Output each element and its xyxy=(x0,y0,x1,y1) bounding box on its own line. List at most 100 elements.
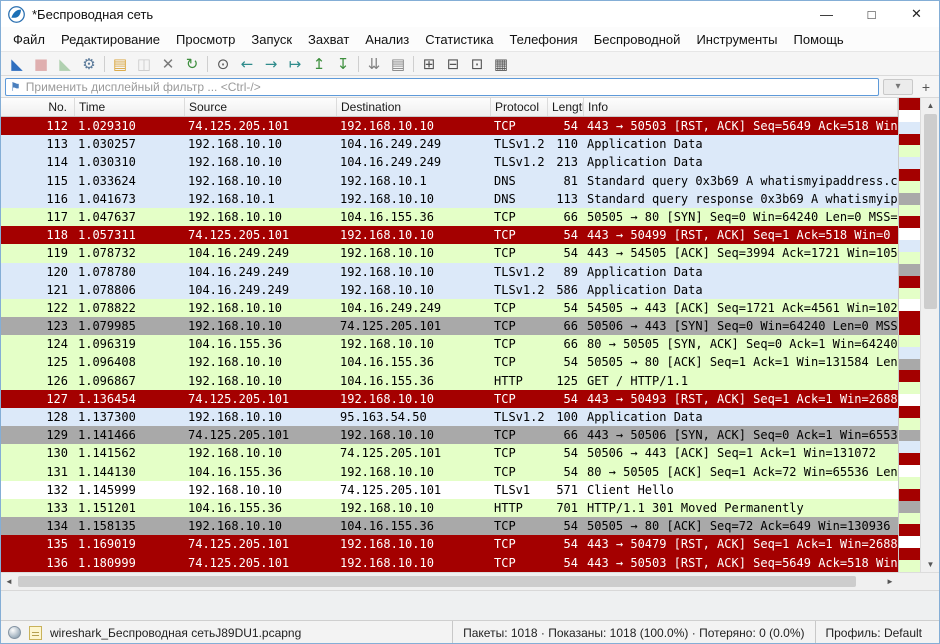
add-filter-button[interactable]: + xyxy=(917,79,935,95)
scroll-left-arrow-icon[interactable]: ◄ xyxy=(1,573,17,590)
autoscroll-icon[interactable]: ⇊ xyxy=(362,53,386,75)
table-row[interactable]: 1211.078806104.16.249.249192.168.10.10TL… xyxy=(1,281,898,299)
table-row[interactable]: 1171.047637192.168.10.10104.16.155.36TCP… xyxy=(1,208,898,226)
toolbar-separator xyxy=(207,56,208,72)
filter-bookmark-icon[interactable]: ⚑ xyxy=(10,80,21,94)
open-file-icon[interactable]: ▤ xyxy=(108,53,132,75)
column-header-no[interactable]: No. xyxy=(1,98,75,116)
column-header-time[interactable]: Time xyxy=(75,98,185,116)
table-row[interactable]: 1181.05731174.125.205.101192.168.10.10TC… xyxy=(1,226,898,244)
maximize-button[interactable]: □ xyxy=(849,1,894,27)
zoom-in-icon[interactable]: ⊞ xyxy=(417,53,441,75)
save-file-icon[interactable]: ◫ xyxy=(132,53,156,75)
table-row[interactable]: 1281.137300192.168.10.1095.163.54.50TLSv… xyxy=(1,408,898,426)
menu-help[interactable]: Помощь xyxy=(786,29,852,50)
table-row[interactable]: 1151.033624192.168.10.10192.168.10.1DNS8… xyxy=(1,172,898,190)
minimap-stripe xyxy=(899,299,920,311)
expert-info-icon[interactable] xyxy=(8,626,21,639)
scroll-up-arrow-icon[interactable]: ▲ xyxy=(921,98,940,113)
cell-info: 443 → 50506 [SYN, ACK] Seq=0 Ack=1 Win=6… xyxy=(584,426,898,444)
menu-view[interactable]: Просмотр xyxy=(168,29,243,50)
menu-go[interactable]: Запуск xyxy=(243,29,300,50)
menu-analyze[interactable]: Анализ xyxy=(357,29,417,50)
cell-len: 54 xyxy=(548,463,584,481)
table-row[interactable]: 1361.18099974.125.205.101192.168.10.10TC… xyxy=(1,554,898,572)
cell-no: 115 xyxy=(1,172,75,190)
capture-options-icon[interactable]: ⚙ xyxy=(77,53,101,75)
resize-columns-icon[interactable]: ▦ xyxy=(489,53,513,75)
table-row[interactable]: 1341.158135192.168.10.10104.16.155.36TCP… xyxy=(1,517,898,535)
menu-edit[interactable]: Редактирование xyxy=(53,29,168,50)
cell-src: 74.125.205.101 xyxy=(185,535,337,553)
display-filter-input[interactable] xyxy=(26,80,874,94)
find-packet-icon[interactable]: ⊙ xyxy=(211,53,235,75)
table-row[interactable]: 1301.141562192.168.10.1074.125.205.101TC… xyxy=(1,444,898,462)
scroll-right-arrow-icon[interactable]: ► xyxy=(882,573,898,590)
vertical-scrollbar-thumb[interactable] xyxy=(924,114,937,309)
table-row[interactable]: 1131.030257192.168.10.10104.16.249.249TL… xyxy=(1,135,898,153)
start-capture-icon[interactable]: ◣ xyxy=(5,53,29,75)
go-forward-icon[interactable]: → xyxy=(259,53,283,75)
table-row[interactable]: 1221.078822192.168.10.10104.16.249.249TC… xyxy=(1,299,898,317)
table-row[interactable]: 1251.096408192.168.10.10104.16.155.36TCP… xyxy=(1,353,898,371)
go-back-icon[interactable]: ← xyxy=(235,53,259,75)
go-first-icon[interactable]: ↥ xyxy=(307,53,331,75)
cell-dst: 104.16.249.249 xyxy=(337,153,491,171)
column-header-dst[interactable]: Destination xyxy=(337,98,491,116)
capture-comment-icon[interactable] xyxy=(29,626,42,640)
column-header-info[interactable]: Info xyxy=(584,98,898,116)
table-row[interactable]: 1261.096867192.168.10.10104.16.155.36HTT… xyxy=(1,372,898,390)
table-row[interactable]: 1141.030310192.168.10.10104.16.249.249TL… xyxy=(1,153,898,171)
table-row[interactable]: 1351.16901974.125.205.101192.168.10.10TC… xyxy=(1,535,898,553)
colorize-icon[interactable]: ▤ xyxy=(386,53,410,75)
table-row[interactable]: 1241.096319104.16.155.36192.168.10.10TCP… xyxy=(1,335,898,353)
table-row[interactable]: 1161.041673192.168.10.1192.168.10.10DNS1… xyxy=(1,190,898,208)
table-row[interactable]: 1331.151201104.16.155.36192.168.10.10HTT… xyxy=(1,499,898,517)
reload-icon[interactable]: ↻ xyxy=(180,53,204,75)
table-row[interactable]: 1321.145999192.168.10.1074.125.205.101TL… xyxy=(1,481,898,499)
horizontal-scrollbar-thumb[interactable] xyxy=(18,576,856,587)
close-button[interactable]: ✕ xyxy=(894,1,939,27)
minimap-stripe xyxy=(899,98,920,110)
menu-file[interactable]: Файл xyxy=(5,29,53,50)
cell-src: 74.125.205.101 xyxy=(185,226,337,244)
vertical-scrollbar[interactable]: ▲ ▼ xyxy=(920,98,940,572)
go-to-packet-icon[interactable]: ↦ xyxy=(283,53,307,75)
scroll-down-arrow-icon[interactable]: ▼ xyxy=(921,557,940,572)
table-row[interactable]: 1291.14146674.125.205.101192.168.10.10TC… xyxy=(1,426,898,444)
zoom-out-icon[interactable]: ⊟ xyxy=(441,53,465,75)
cell-time: 1.078732 xyxy=(75,244,185,262)
table-row[interactable]: 1201.078780104.16.249.249192.168.10.10TL… xyxy=(1,263,898,281)
go-last-icon[interactable]: ↧ xyxy=(331,53,355,75)
menu-wireless[interactable]: Беспроводной xyxy=(586,29,689,50)
table-row[interactable]: 1271.13645474.125.205.101192.168.10.10TC… xyxy=(1,390,898,408)
close-file-icon[interactable]: ✕ xyxy=(156,53,180,75)
minimap-stripe xyxy=(899,228,920,240)
profile-selector[interactable]: Профиль: Default xyxy=(815,621,933,644)
menu-tools[interactable]: Инструменты xyxy=(688,29,785,50)
filter-expression-combo[interactable]: ▾ xyxy=(883,79,913,95)
stop-capture-icon[interactable]: ■ xyxy=(29,53,53,75)
column-header-proto[interactable]: Protocol xyxy=(491,98,548,116)
cell-no: 136 xyxy=(1,554,75,572)
restart-capture-icon[interactable]: ◣ xyxy=(53,53,77,75)
menu-statistics[interactable]: Статистика xyxy=(417,29,501,50)
minimize-button[interactable]: — xyxy=(804,1,849,27)
table-row[interactable]: 1311.144130104.16.155.36192.168.10.10TCP… xyxy=(1,463,898,481)
minimap-stripe xyxy=(899,323,920,335)
toolbar-separator xyxy=(413,56,414,72)
menu-capture[interactable]: Захват xyxy=(300,29,357,50)
menu-telephony[interactable]: Телефония xyxy=(501,29,585,50)
main-toolbar: ◣■◣⚙▤◫✕↻⊙←→↦↥↧⇊▤⊞⊟⊡▦ xyxy=(1,51,939,76)
column-header-len[interactable]: Length xyxy=(548,98,584,116)
packet-minimap[interactable] xyxy=(898,98,920,572)
table-row[interactable]: 1121.02931074.125.205.101192.168.10.10TC… xyxy=(1,117,898,135)
table-row[interactable]: 1231.079985192.168.10.1074.125.205.101TC… xyxy=(1,317,898,335)
minimap-stripe xyxy=(899,524,920,536)
zoom-100-icon[interactable]: ⊡ xyxy=(465,53,489,75)
column-header-src[interactable]: Source xyxy=(185,98,337,116)
horizontal-scrollbar[interactable]: ◄ ► xyxy=(1,572,898,590)
table-row[interactable]: 1191.078732104.16.249.249192.168.10.10TC… xyxy=(1,244,898,262)
cell-len: 54 xyxy=(548,299,584,317)
minimap-stripe xyxy=(899,181,920,193)
